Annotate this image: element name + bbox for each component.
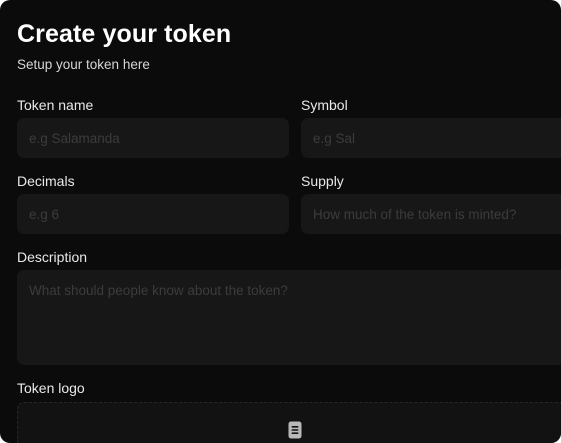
symbol-input[interactable]	[301, 118, 561, 158]
decimals-label: Decimals	[17, 173, 75, 189]
page-subtitle: Setup your token here	[17, 57, 150, 72]
page-title: Create your token	[17, 20, 232, 48]
token-name-input[interactable]	[17, 118, 289, 158]
token-logo-label: Token logo	[17, 380, 85, 396]
symbol-label: Symbol	[301, 97, 348, 113]
supply-label: Supply	[301, 173, 344, 189]
supply-input[interactable]	[301, 194, 561, 234]
description-label: Description	[17, 249, 88, 265]
document-icon	[288, 421, 302, 439]
decimals-input[interactable]	[17, 194, 289, 234]
token-logo-dropzone[interactable]	[17, 402, 561, 443]
description-textarea[interactable]	[17, 270, 561, 365]
create-token-card: Create your token Setup your token here …	[0, 0, 561, 443]
token-name-label: Token name	[17, 97, 94, 113]
